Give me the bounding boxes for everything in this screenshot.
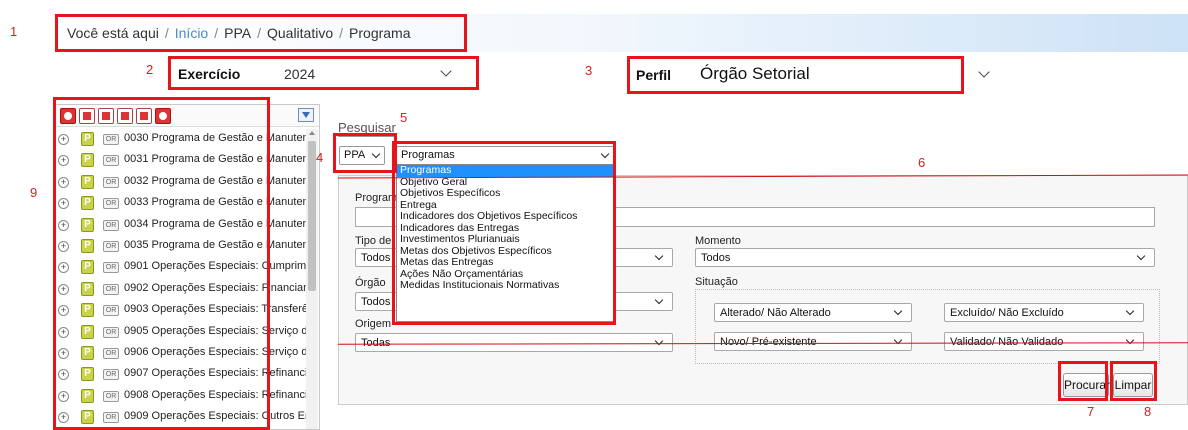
annotation-box-9 (53, 97, 270, 430)
alterado-value: Alterado/ Não Alterado (720, 307, 831, 319)
momento-label: Momento (695, 235, 741, 247)
tree-scrollbar[interactable] (306, 129, 318, 429)
momento-select[interactable]: Todos (695, 248, 1155, 267)
marker-3: 3 (585, 63, 593, 78)
excluido-value: Excluído/ Não Excluído (950, 307, 1064, 319)
marker-8: 8 (1144, 404, 1152, 419)
filter-dropdown-icon[interactable] (298, 108, 314, 122)
annotation-box-8 (1110, 361, 1157, 401)
marker-9: 9 (30, 185, 38, 200)
orgao-value: Todos (361, 296, 391, 308)
novo-select[interactable]: Novo/ Pré-existente (714, 332, 912, 351)
tipo-label: Tipo de (355, 235, 392, 247)
annotation-box-5 (392, 141, 616, 325)
marker-6: 6 (918, 155, 926, 170)
marker-7: 7 (1087, 404, 1095, 419)
chevron-down-icon (893, 306, 903, 316)
chevron-down-icon (978, 66, 990, 78)
marker-5: 5 (400, 110, 408, 125)
annotation-box-3 (627, 56, 964, 94)
chevron-down-icon (1125, 306, 1135, 316)
annotation-box-1 (55, 14, 467, 52)
annotation-box-4 (333, 133, 397, 173)
scroll-up-icon[interactable] (309, 131, 315, 135)
marker-2: 2 (146, 62, 154, 77)
chevron-down-icon (654, 251, 664, 261)
chevron-down-icon (1136, 251, 1146, 261)
annotation-box-2 (168, 56, 479, 90)
chevron-down-icon (654, 295, 664, 305)
momento-value: Todos (701, 252, 731, 264)
annotation-box-7 (1058, 361, 1108, 401)
marker-1: 1 (10, 24, 18, 39)
orgao-label: Órgão (355, 277, 386, 289)
tipo-value: Todos (361, 252, 391, 264)
origem-label: Origem (355, 318, 392, 330)
alterado-select[interactable]: Alterado/ Não Alterado (714, 303, 912, 322)
programa-label: Program (355, 192, 398, 204)
scrollbar-thumb[interactable] (308, 141, 316, 291)
situacao-group (695, 289, 1160, 364)
marker-4: 4 (316, 150, 324, 165)
excluido-select[interactable]: Excluído/ Não Excluído (944, 303, 1144, 322)
situacao-label: Situação (695, 276, 738, 288)
